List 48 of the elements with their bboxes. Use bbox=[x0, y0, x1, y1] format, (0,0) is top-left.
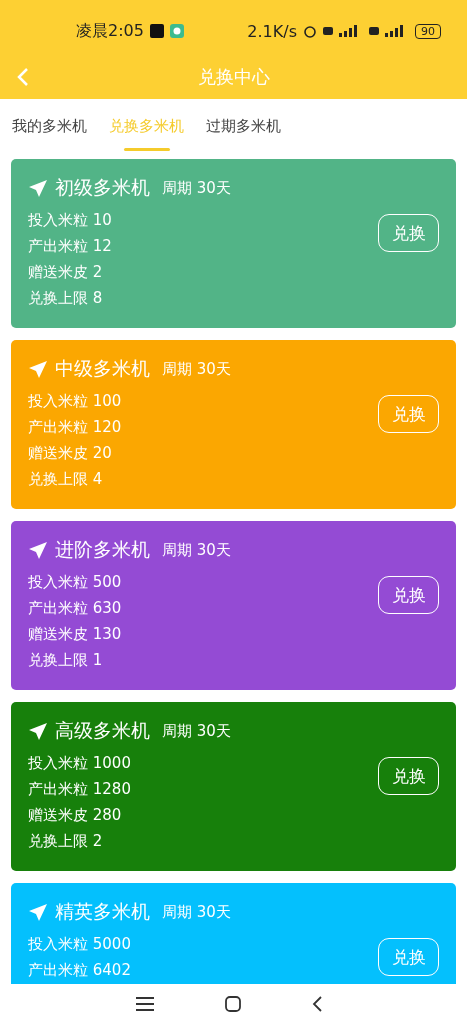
exchange-button[interactable]: 兑换 bbox=[378, 576, 439, 614]
machine-detail: 兑换上限 1 bbox=[28, 650, 104, 671]
machine-detail: 产出米粒 120 bbox=[28, 417, 123, 438]
tab[interactable]: 我的多米机 bbox=[12, 99, 87, 153]
machine-detail: 兑换上限 2 bbox=[28, 831, 104, 852]
back-icon[interactable] bbox=[311, 996, 322, 1012]
shield-icon bbox=[169, 24, 184, 38]
machine-detail: 投入米粒 1000 bbox=[28, 753, 132, 774]
status-time: 凌晨2:05 bbox=[76, 20, 144, 42]
paper-plane-icon bbox=[28, 359, 48, 379]
machine-detail: 产出米粒 6402 bbox=[28, 960, 132, 981]
machine-name: 高级多米机 bbox=[55, 718, 150, 743]
paper-plane-icon bbox=[28, 902, 48, 922]
machine-name: 中级多米机 bbox=[55, 356, 150, 381]
machine-detail: 兑换上限 4 bbox=[28, 469, 104, 490]
home-icon[interactable] bbox=[224, 996, 241, 1012]
machine-period: 周期 30天 bbox=[162, 902, 231, 922]
machine-name: 初级多米机 bbox=[55, 175, 150, 200]
machine-detail: 兑换上限 8 bbox=[28, 288, 104, 309]
machine-detail: 赠送米皮 280 bbox=[28, 805, 123, 826]
machine-detail: 赠送米皮 130 bbox=[28, 624, 123, 645]
machine-name: 精英多米机 bbox=[55, 899, 150, 924]
machine-detail: 投入米粒 100 bbox=[28, 391, 123, 412]
machine-detail: 投入米粒 500 bbox=[28, 572, 123, 593]
machine-detail: 产出米粒 1280 bbox=[28, 779, 132, 800]
machine-detail: 赠送米皮 2 bbox=[28, 262, 104, 283]
machine-period: 周期 30天 bbox=[162, 540, 231, 560]
machine-name: 进阶多米机 bbox=[55, 537, 150, 562]
paper-plane-icon bbox=[28, 721, 48, 741]
page-title: 兑换中心 bbox=[196, 64, 271, 89]
paper-plane-icon bbox=[28, 540, 48, 560]
exchange-button[interactable]: 兑换 bbox=[378, 757, 439, 795]
network-speed: 2.1K/s bbox=[247, 21, 297, 41]
paper-plane-icon bbox=[28, 178, 48, 198]
machine-detail: 赠送米皮 20 bbox=[28, 443, 113, 464]
machine-detail: 产出米粒 630 bbox=[28, 598, 123, 619]
exchange-button[interactable]: 兑换 bbox=[378, 214, 439, 252]
machine-period: 周期 30天 bbox=[162, 178, 231, 198]
machine-period: 周期 30天 bbox=[162, 359, 231, 379]
alarm-icon bbox=[303, 24, 317, 38]
app-icon bbox=[149, 24, 164, 38]
machine-detail: 产出米粒 12 bbox=[28, 236, 113, 257]
machine-detail: 投入米粒 5000 bbox=[28, 934, 132, 955]
tab[interactable]: 过期多米机 bbox=[206, 99, 281, 153]
machine-period: 周期 30天 bbox=[162, 721, 231, 741]
machine-detail: 投入米粒 10 bbox=[28, 210, 113, 231]
battery-level: 90 bbox=[415, 23, 441, 39]
menu-icon[interactable] bbox=[135, 997, 154, 1011]
